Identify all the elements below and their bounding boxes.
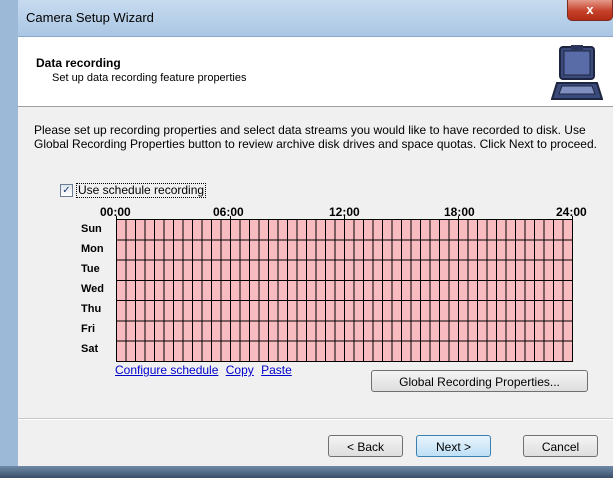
schedule-links: Configure schedule Copy Paste [115, 363, 296, 377]
paste-link[interactable]: Paste [261, 363, 292, 377]
close-button[interactable]: x [567, 0, 613, 21]
wizard-header: Data recording Set up data recording fea… [18, 37, 613, 107]
page-title: Data recording [36, 56, 121, 70]
title-bar[interactable]: Camera Setup Wizard x [18, 0, 613, 37]
global-recording-properties-button[interactable]: Global Recording Properties... [371, 370, 588, 392]
time-label-0600: 06:00 [213, 205, 244, 219]
day-label-thu: Thu [81, 303, 102, 315]
laptop-camera-icon [551, 45, 603, 100]
wizard-dialog: Camera Setup Wizard x Data recording Set… [18, 0, 613, 478]
configure-schedule-link[interactable]: Configure schedule [115, 363, 218, 377]
schedule-checkbox[interactable]: ✓ [60, 184, 73, 197]
button-separator [18, 418, 613, 420]
day-label-sat: Sat [81, 343, 99, 355]
taskbar-strip [0, 466, 613, 478]
next-button[interactable]: Next > [416, 435, 491, 457]
cancel-button[interactable]: Cancel [523, 435, 598, 457]
day-label-sun: Sun [81, 223, 102, 235]
wizard-body: Data recording Set up data recording fea… [18, 37, 613, 478]
day-label-fri: Fri [81, 323, 96, 335]
instructions-text: Please set up recording properties and s… [34, 123, 597, 151]
schedule-grid[interactable] [116, 219, 573, 362]
window-title: Camera Setup Wizard [26, 10, 154, 25]
back-button[interactable]: < Back [328, 435, 403, 457]
day-label-wed: Wed [81, 283, 105, 295]
schedule-checkbox-label[interactable]: Use schedule recording [76, 183, 207, 198]
time-label-1800: 18:00 [444, 205, 475, 219]
page-subtitle: Set up data recording feature properties [52, 72, 247, 84]
copy-link[interactable]: Copy [226, 363, 254, 377]
day-label-mon: Mon [81, 243, 104, 255]
day-label-tue: Tue [81, 263, 100, 275]
